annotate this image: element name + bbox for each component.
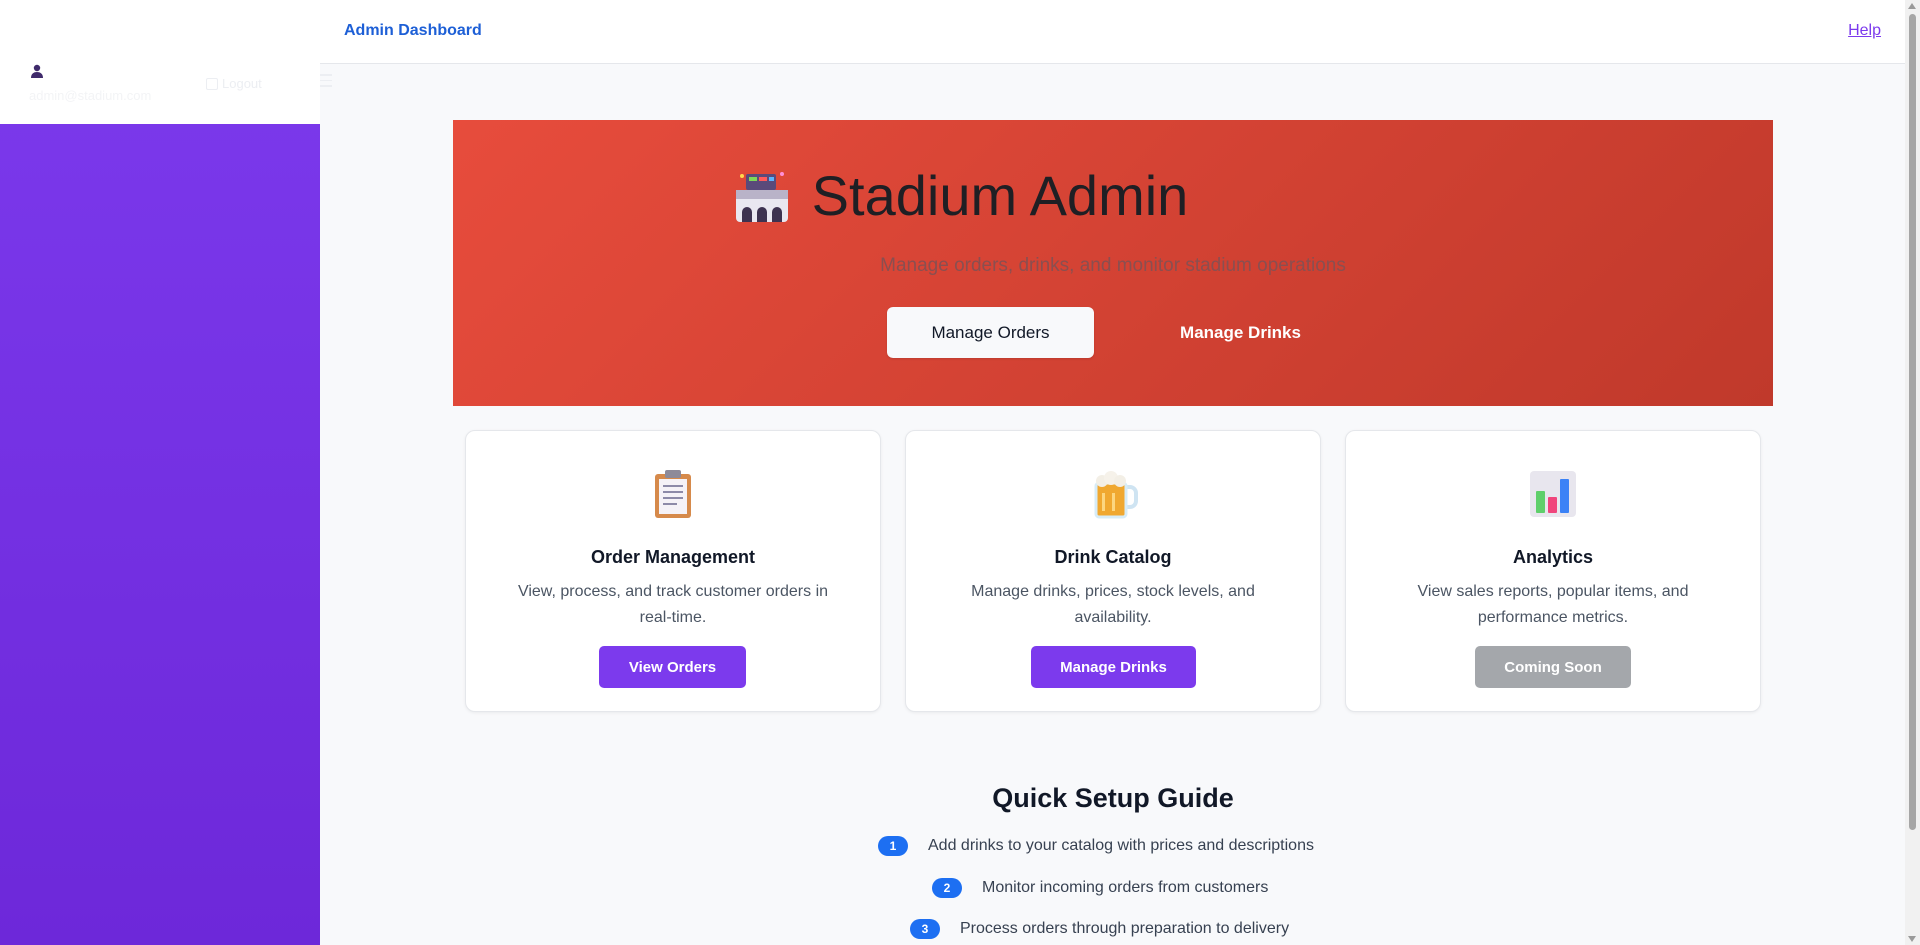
scrollbar[interactable]	[1905, 0, 1920, 945]
top-bar: Admin Dashboard Help	[320, 0, 1905, 64]
card-title: Order Management	[590, 547, 756, 567]
logout-button[interactable]: Logout	[206, 76, 262, 91]
user-email: admin@stadium.com	[29, 88, 152, 103]
setup-step: 1 Add drinks to your catalog with prices…	[878, 836, 1314, 856]
sidebar-user-panel: admin@stadium.com Logout	[0, 0, 320, 124]
scroll-down-arrow-icon[interactable]	[1908, 936, 1916, 942]
step-number-badge: 2	[932, 878, 962, 898]
card-description: Manage drinks, prices, stock levels, and…	[971, 583, 1255, 626]
scroll-thumb[interactable]	[1909, 14, 1916, 830]
step-text: Process orders through preparation to de…	[960, 920, 1290, 937]
logout-icon	[206, 77, 218, 90]
card-description: View sales reports, popular items, and p…	[1417, 583, 1689, 626]
step-text: Monitor incoming orders from customers	[982, 879, 1269, 896]
scroll-up-arrow-icon[interactable]	[1908, 3, 1916, 9]
hero-title: Stadium Admin	[0, 163, 1920, 228]
user-icon	[31, 64, 43, 78]
page-title[interactable]: Admin Dashboard	[344, 22, 482, 40]
analytics-card: Analytics View sales reports, popular it…	[1345, 430, 1761, 712]
hero-title-text: Stadium Admin	[811, 164, 1189, 227]
setup-step: 3 Process orders through preparation to …	[910, 919, 1289, 939]
manage-drinks-hero-button[interactable]: Manage Drinks	[1138, 307, 1343, 358]
clipboard-icon	[655, 470, 691, 518]
card-title: Analytics	[1512, 547, 1594, 567]
manage-orders-button[interactable]: Manage Orders	[887, 307, 1094, 358]
bar-chart-icon	[1530, 471, 1576, 517]
order-management-card: Order Management View, process, and trac…	[465, 430, 881, 712]
menu-icon[interactable]	[320, 70, 332, 92]
beer-mug-icon	[1094, 471, 1138, 519]
manage-drinks-button[interactable]: Manage Drinks	[1031, 646, 1196, 688]
setup-step: 2 Monitor incoming orders from customers	[932, 878, 1268, 898]
drink-catalog-card: Drink Catalog Manage drinks, prices, sto…	[905, 430, 1321, 712]
help-link[interactable]: Help	[1848, 22, 1881, 40]
sidebar	[0, 0, 320, 945]
coming-soon-button: Coming Soon	[1475, 646, 1631, 688]
quick-setup-guide-title: Quick Setup Guide	[992, 783, 1234, 813]
view-orders-button[interactable]: View Orders	[599, 646, 746, 688]
card-title: Drink Catalog	[1054, 547, 1172, 567]
step-text: Add drinks to your catalog with prices a…	[928, 837, 1314, 854]
card-description: View, process, and track customer orders…	[517, 583, 829, 626]
hero-subtitle: Manage orders, drinks, and monitor stadi…	[880, 255, 1346, 276]
logout-label: Logout	[222, 76, 262, 91]
step-number-badge: 1	[878, 836, 908, 856]
stadium-icon	[735, 171, 788, 222]
step-number-badge: 3	[910, 919, 940, 939]
